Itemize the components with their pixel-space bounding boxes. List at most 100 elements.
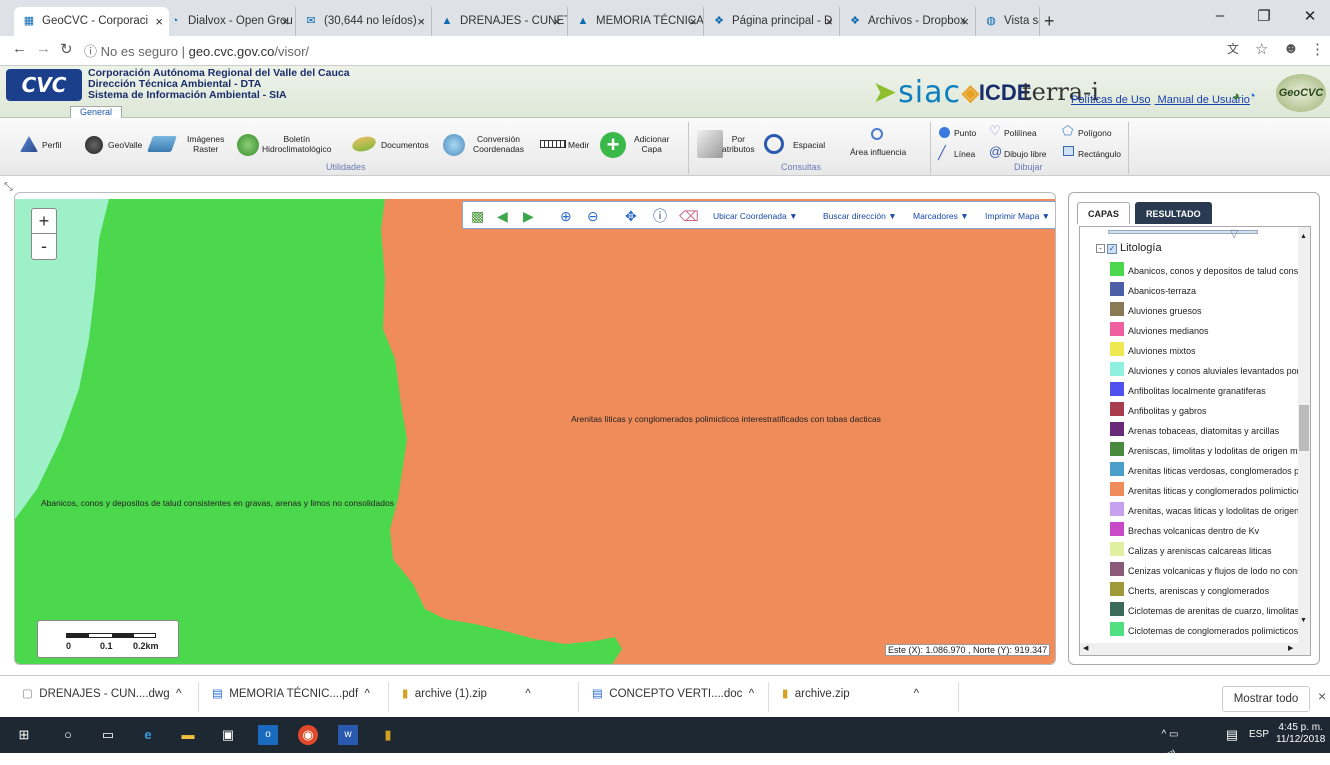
ubicar-coordenada-menu[interactable]: Ubicar Coordenada ▼ — [713, 211, 798, 221]
legend-item-label: Arenitas liticas verdosas, conglomerados… — [1128, 466, 1298, 476]
minimize-icon[interactable]: – — [1200, 7, 1240, 24]
zoom-out-tool-icon[interactable]: ⊖ — [587, 208, 599, 224]
download-item[interactable]: ▤ MEMORIA TÉCNIC....pdf ^ — [212, 686, 370, 700]
legend-swatch — [1110, 542, 1124, 556]
scroll-thumb[interactable] — [1299, 405, 1309, 451]
map-canvas[interactable] — [15, 199, 1056, 665]
bookmark-star-icon[interactable]: ☆ — [1255, 40, 1268, 58]
info-icon[interactable]: ⓘ — [84, 44, 101, 59]
buscar-direccion-menu[interactable]: Buscar dirección ▼ — [823, 211, 897, 221]
search-icon[interactable]: ○ — [58, 725, 78, 745]
notifications-icon[interactable]: ▤ — [1222, 725, 1242, 745]
tab-general[interactable]: General — [70, 106, 122, 118]
cvc-logo: CVC — [6, 69, 82, 101]
legend-swatch — [1110, 522, 1124, 536]
restore-icon[interactable]: ❐ — [1244, 7, 1284, 25]
windows-start-icon[interactable]: ⊞ — [14, 725, 34, 745]
slider-thumb-icon[interactable]: ▽ — [1230, 227, 1238, 240]
outlook-icon[interactable]: o — [258, 725, 278, 745]
zoom-out-button[interactable]: - — [32, 234, 56, 259]
forward-icon[interactable]: → — [36, 40, 51, 57]
url-field[interactable]: ⓘ No es seguro | geo.cvc.gov.co/visor/ — [84, 41, 309, 60]
edge-icon[interactable]: e — [138, 725, 158, 745]
eraser-icon[interactable]: ⌫ — [679, 208, 699, 224]
scroll-left-icon[interactable]: ◀ — [1083, 644, 1088, 652]
zoom-in-button[interactable]: + — [32, 209, 56, 234]
area-influence-icon — [871, 128, 883, 140]
chevron-up-icon[interactable]: ^ — [365, 688, 370, 700]
expand-icon[interactable]: ⤡ — [4, 181, 13, 194]
reload-icon[interactable]: ↻ — [60, 40, 73, 58]
browser-tab-geocvc[interactable]: ▦ GeoCVC - Corporaci × — [14, 7, 169, 36]
back-icon[interactable]: ← — [12, 40, 27, 57]
globe-icon[interactable]: ◔ — [1248, 88, 1256, 103]
download-item[interactable]: ▢ DRENAJES - CUN....dwg ^ — [22, 686, 181, 700]
new-tab-button[interactable]: + — [1044, 7, 1055, 35]
legend-item-label: Arenitas, wacas liticas y lodolitas de o… — [1128, 506, 1298, 516]
translate-icon[interactable]: 文 — [1227, 40, 1239, 57]
chevron-up-icon[interactable]: ^ — [176, 688, 181, 700]
browser-tab-mail[interactable]: ✉ (30,644 no leídos) - × — [296, 7, 432, 36]
full-extent-icon[interactable]: ▩ — [471, 208, 484, 224]
layers-panel: CAPAS RESULTADO ▽ - ✓ Litología Abanicos… — [1068, 192, 1320, 665]
close-window-icon[interactable]: ✕ — [1290, 7, 1330, 25]
geovalle-icon — [85, 136, 103, 154]
chevron-up-icon[interactable]: ^ — [525, 688, 530, 700]
policies-link[interactable]: Políticas de Uso — [1071, 94, 1150, 106]
next-extent-icon[interactable]: ▶ — [523, 208, 534, 224]
color-wheel-icon[interactable]: ◕ — [1232, 88, 1240, 103]
chevron-up-icon[interactable]: ^ — [749, 688, 754, 700]
system-tray-icons[interactable]: ^ ▭ ◁) — [1160, 725, 1180, 760]
map-label-arenitas: Arenitas liticas y conglomerados polimic… — [571, 414, 881, 424]
word-icon[interactable]: w — [338, 725, 358, 745]
menu-icon[interactable]: ⋮ — [1310, 40, 1325, 58]
previous-extent-icon[interactable]: ◀ — [497, 208, 508, 224]
pan-icon[interactable]: ✥ — [625, 208, 637, 224]
download-item[interactable]: ▮ archive.zip ^ — [782, 686, 919, 700]
close-tab-icon[interactable]: × — [825, 7, 833, 36]
browser-tab-dropbox[interactable]: ❖ Archivos - Dropbox × — [840, 7, 976, 36]
scroll-down-icon[interactable]: ▼ — [1300, 617, 1307, 624]
close-tab-icon[interactable]: × — [689, 7, 697, 36]
profile-icon[interactable]: ☻ — [1283, 40, 1299, 57]
language-indicator[interactable]: ESP — [1246, 725, 1272, 745]
close-tab-icon[interactable]: × — [553, 7, 561, 36]
map-tools-bar: ▩ ◀ ▶ ⊕ ⊖ ✥ ⓘ ⌫ Ubicar Coordenada ▼ Busc… — [462, 201, 1055, 229]
close-tab-icon[interactable]: × — [961, 7, 969, 36]
download-item[interactable]: ▮ archive (1).zip ^ — [402, 686, 531, 700]
download-item[interactable]: ▤ CONCEPTO VERTI....doc ^ — [592, 686, 754, 700]
legend-item-label: Anfibolitas localmente granatiferas — [1128, 386, 1266, 396]
show-all-button[interactable]: Mostrar todo — [1222, 686, 1310, 712]
close-downloads-icon[interactable]: × — [1318, 688, 1326, 704]
geocvc-logo: GeoCVC — [1276, 74, 1326, 112]
browser-tab-satelital[interactable]: ◍Vista satélital de Bu — [976, 7, 1040, 36]
collapse-icon[interactable]: - — [1096, 244, 1105, 253]
browser-tab-principal[interactable]: ❖ Página principal - D × — [704, 7, 840, 36]
zoom-in-tool-icon[interactable]: ⊕ — [560, 208, 572, 224]
legend-hscrollbar[interactable]: ◀ ▶ — [1080, 643, 1298, 655]
marcadores-menu[interactable]: Marcadores ▼ — [913, 211, 969, 221]
close-tab-icon[interactable]: × — [417, 7, 425, 36]
system-clock[interactable]: 4:45 p. m. 11/12/2018 — [1276, 722, 1325, 746]
chevron-up-icon[interactable]: ^ — [914, 688, 919, 700]
imprimir-mapa-menu[interactable]: Imprimir Mapa ▼ — [985, 211, 1050, 221]
identify-info-icon[interactable]: ⓘ — [653, 208, 667, 224]
task-view-icon[interactable]: ▭ — [98, 725, 118, 745]
legend-item-label: Ciclotemas de arenitas de cuarzo, limoli… — [1128, 606, 1298, 616]
line-icon: ╱ — [938, 145, 946, 160]
browser-tab-memoria[interactable]: ▲ MEMORIA TÉCNICA × — [568, 7, 704, 36]
scroll-up-icon[interactable]: ▲ — [1300, 233, 1307, 240]
tab-resultado[interactable]: RESULTADO — [1135, 202, 1212, 224]
winrar-icon[interactable]: ▮ — [378, 725, 398, 745]
layer-checkbox[interactable]: ✓ — [1107, 244, 1117, 254]
tab-capas[interactable]: CAPAS — [1077, 202, 1130, 224]
scroll-right-icon[interactable]: ▶ — [1288, 644, 1293, 652]
legend-swatch — [1110, 262, 1124, 276]
browser-tab-dialvox[interactable]: ◔ Dialvox - Open Grou × — [160, 7, 296, 36]
legend-scrollbar[interactable]: ▲ ▼ — [1298, 227, 1310, 655]
browser-tab-drenajes[interactable]: ▲ DRENAJES - CUNET × — [432, 7, 568, 36]
file-explorer-icon[interactable]: ▬ — [178, 725, 198, 745]
close-tab-icon[interactable]: × — [281, 7, 289, 36]
store-icon[interactable]: ▣ — [218, 725, 238, 745]
chrome-icon[interactable]: ◉ — [298, 725, 318, 745]
